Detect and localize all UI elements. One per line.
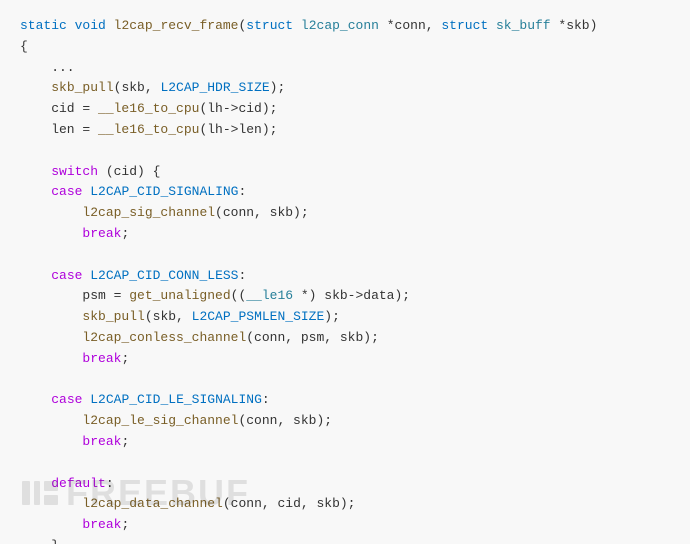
fn-le-sig-channel: l2cap_le_sig_channel — [82, 413, 238, 428]
code-line-17: break; — [20, 349, 670, 370]
code-line-8: switch (cid) { — [20, 162, 670, 183]
fn-data-channel: l2cap_data_channel — [82, 496, 222, 511]
code-line-14: psm = get_unaligned((__le16 *) skb->data… — [20, 286, 670, 307]
const-le-signaling: L2CAP_CID_LE_SIGNALING — [90, 392, 262, 407]
type-le16: __le16 — [246, 288, 293, 303]
fn-skb-pull-2: skb_pull — [82, 309, 144, 324]
keyword-case-3: case — [51, 392, 82, 407]
macro-l2cap-hdr-size: L2CAP_HDR_SIZE — [160, 80, 269, 95]
code-line-15: skb_pull(skb, L2CAP_PSMLEN_SIZE); — [20, 307, 670, 328]
code-line-9: case L2CAP_CID_SIGNALING: — [20, 182, 670, 203]
code-line-20: l2cap_le_sig_channel(conn, skb); — [20, 411, 670, 432]
code-line-3: ... — [20, 58, 670, 79]
code-line-11: break; — [20, 224, 670, 245]
keyword-struct-2: struct — [441, 18, 488, 33]
code-line-13: case L2CAP_CID_CONN_LESS: — [20, 266, 670, 287]
code-line-21: break; — [20, 432, 670, 453]
code-line-4: skb_pull(skb, L2CAP_HDR_SIZE); — [20, 78, 670, 99]
code-line-25: break; — [20, 515, 670, 536]
keyword-struct-1: struct — [246, 18, 293, 33]
fn-get-unaligned: get_unaligned — [129, 288, 230, 303]
code-line-18 — [20, 370, 670, 391]
fn-sig-channel: l2cap_sig_channel — [82, 205, 215, 220]
fn-le16-cid: __le16_to_cpu — [98, 101, 199, 116]
code-line-12 — [20, 245, 670, 266]
const-signaling: L2CAP_CID_SIGNALING — [90, 184, 238, 199]
macro-psmlen-size: L2CAP_PSMLEN_SIZE — [192, 309, 325, 324]
keyword-default: default — [51, 476, 106, 491]
code-line-5: cid = __le16_to_cpu(lh->cid); — [20, 99, 670, 120]
keyword-break-4: break — [82, 517, 121, 532]
code-line-6: len = __le16_to_cpu(lh->len); — [20, 120, 670, 141]
code-container: static void l2cap_recv_frame(struct l2ca… — [0, 0, 690, 544]
code-line-10: l2cap_sig_channel(conn, skb); — [20, 203, 670, 224]
code-line-7 — [20, 141, 670, 162]
code-line-2: { — [20, 37, 670, 58]
code-line-23: default: — [20, 474, 670, 495]
const-conn-less: L2CAP_CID_CONN_LESS — [90, 268, 238, 283]
function-name: l2cap_recv_frame — [114, 18, 239, 33]
keyword-break-1: break — [82, 226, 121, 241]
code-line-24: l2cap_data_channel(conn, cid, skb); — [20, 494, 670, 515]
type-l2cap-conn: l2cap_conn — [301, 18, 379, 33]
fn-conless-channel: l2cap_conless_channel — [82, 330, 246, 345]
keyword-break-3: break — [82, 434, 121, 449]
keyword-case-2: case — [51, 268, 82, 283]
keyword-static: static — [20, 18, 67, 33]
code-line-19: case L2CAP_CID_LE_SIGNALING: — [20, 390, 670, 411]
code-line-26: } — [20, 536, 670, 544]
fn-le16-len: __le16_to_cpu — [98, 122, 199, 137]
keyword-void: void — [75, 18, 106, 33]
type-sk-buff: sk_buff — [496, 18, 551, 33]
keyword-switch: switch — [51, 164, 98, 179]
fn-skb-pull-1: skb_pull — [51, 80, 113, 95]
code-line-22 — [20, 453, 670, 474]
keyword-case-1: case — [51, 184, 82, 199]
code-line-1: static void l2cap_recv_frame(struct l2ca… — [20, 16, 670, 37]
code-line-16: l2cap_conless_channel(conn, psm, skb); — [20, 328, 670, 349]
keyword-break-2: break — [82, 351, 121, 366]
